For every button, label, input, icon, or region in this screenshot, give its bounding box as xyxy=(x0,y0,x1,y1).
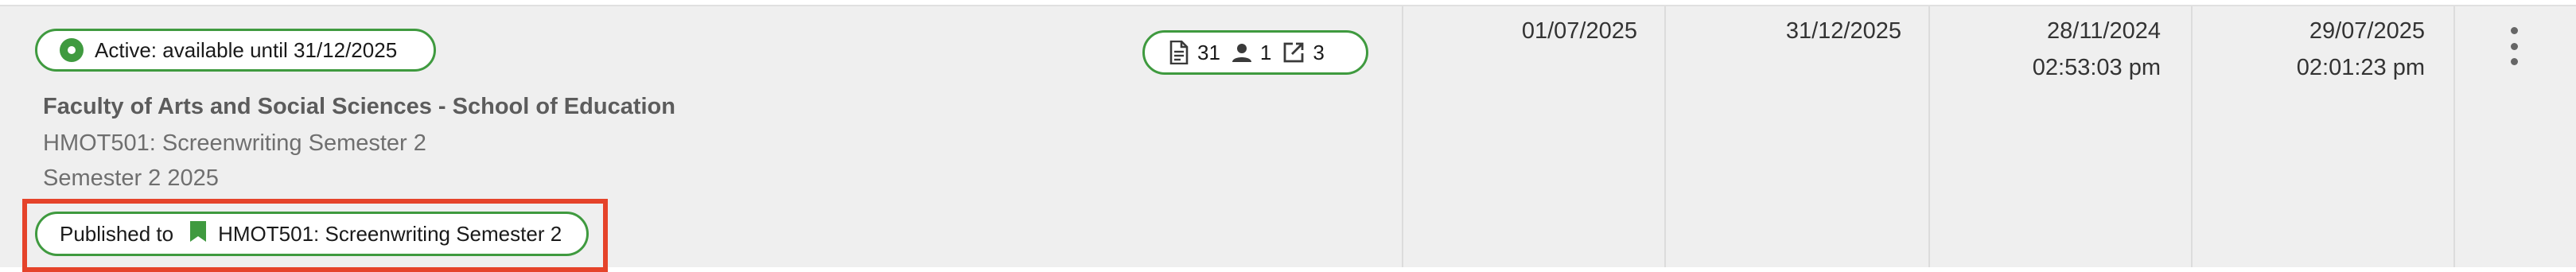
column-divider xyxy=(1664,6,1666,267)
menu-dot xyxy=(2510,58,2518,65)
bookmark-icon xyxy=(189,220,207,248)
end-date: 31/12/2025 xyxy=(1785,18,1901,44)
status-badge: Active: available until 31/12/2025 xyxy=(35,29,436,72)
counts-badge[interactable]: 31 1 3 xyxy=(1142,30,1368,75)
person-icon xyxy=(1232,42,1252,63)
people-count: 1 xyxy=(1259,40,1272,64)
modified-time: 02:01:23 pm xyxy=(2296,55,2425,80)
menu-dot xyxy=(2510,42,2518,50)
created-time: 02:53:03 pm xyxy=(2032,55,2161,80)
column-divider xyxy=(1928,6,1930,267)
modified-date: 29/07/2025 xyxy=(2309,18,2425,44)
published-prefix: Published to xyxy=(60,221,174,246)
document-count: 31 xyxy=(1197,40,1220,64)
link-count: 3 xyxy=(1313,40,1325,64)
menu-dot xyxy=(2510,27,2518,34)
published-target: HMOT501: Screenwriting Semester 2 xyxy=(218,221,562,246)
course-term: Semester 2 2025 xyxy=(43,165,219,191)
created-date: 28/11/2024 xyxy=(2047,18,2161,44)
column-divider xyxy=(2453,6,2455,267)
more-vertical-icon[interactable] xyxy=(2503,27,2525,65)
document-icon xyxy=(1169,41,1189,64)
modified-datetime: 29/07/2025 02:01:23 pm xyxy=(2297,13,2425,86)
external-link-icon xyxy=(1282,41,1305,64)
created-datetime: 28/11/2024 02:53:03 pm xyxy=(2033,13,2161,86)
status-dot-icon xyxy=(60,38,84,62)
course-name: HMOT501: Screenwriting Semester 2 xyxy=(43,130,426,156)
column-divider xyxy=(1402,6,1403,267)
start-date: 01/07/2025 xyxy=(1521,18,1637,44)
column-divider xyxy=(2191,6,2193,267)
status-label: Active: available until 31/12/2025 xyxy=(95,37,398,62)
faculty-title: Faculty of Arts and Social Sciences - Sc… xyxy=(43,94,675,119)
published-to-badge[interactable]: Published to HMOT501: Screenwriting Seme… xyxy=(35,212,589,256)
table-row[interactable]: Active: available until 31/12/2025 31 1 xyxy=(0,5,2576,272)
